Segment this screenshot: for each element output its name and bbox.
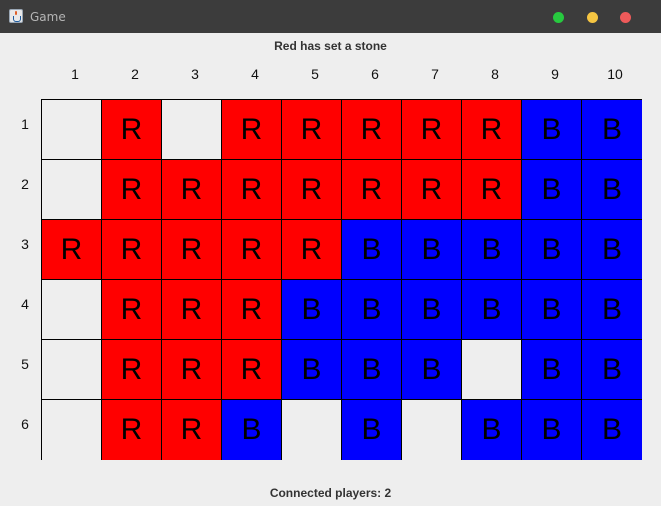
board-cell-blue[interactable]: B (522, 400, 582, 460)
game-status-message: Red has set a stone (274, 39, 387, 53)
board-cell-blue[interactable]: B (282, 340, 342, 400)
board-cell-blue[interactable]: B (522, 340, 582, 400)
board-cell-blue[interactable]: B (582, 340, 642, 400)
column-header: 3 (191, 66, 199, 82)
board-cell-blue[interactable]: B (522, 160, 582, 220)
board-cell-red[interactable]: R (42, 220, 102, 280)
column-header: 9 (551, 66, 559, 82)
board-cell-empty[interactable] (42, 340, 102, 400)
board-cell-blue[interactable]: B (282, 280, 342, 340)
board-cell-red[interactable]: R (102, 340, 162, 400)
board-cell-red[interactable]: R (462, 160, 522, 220)
board-cell-blue[interactable]: B (342, 340, 402, 400)
board-cell-red[interactable]: R (102, 100, 162, 160)
board-cell-blue[interactable]: B (462, 400, 522, 460)
board-cell-blue[interactable]: B (342, 400, 402, 460)
board-cell-blue[interactable]: B (342, 220, 402, 280)
row-header: 5 (21, 356, 29, 372)
board-cell-red[interactable]: R (222, 220, 282, 280)
board-cell-red[interactable]: R (102, 280, 162, 340)
board-cell-red[interactable]: R (162, 400, 222, 460)
board-cell-red[interactable]: R (282, 100, 342, 160)
game-board: RRRRRRBBRRRRRRRBBRRRRRBBBBBRRRBBBBBBRRRB… (41, 99, 642, 460)
board-cell-red[interactable]: R (402, 100, 462, 160)
board-cell-empty[interactable] (42, 280, 102, 340)
board-cell-blue[interactable]: B (222, 400, 282, 460)
board-cell-blue[interactable]: B (402, 280, 462, 340)
board-cell-red[interactable]: R (162, 280, 222, 340)
close-button[interactable] (620, 12, 631, 23)
board-cell-blue[interactable]: B (582, 220, 642, 280)
board-cell-red[interactable]: R (162, 340, 222, 400)
board-cell-empty[interactable] (162, 100, 222, 160)
board-cell-red[interactable]: R (162, 160, 222, 220)
board-cell-blue[interactable]: B (522, 280, 582, 340)
column-header: 5 (311, 66, 319, 82)
board-cell-blue[interactable]: B (582, 160, 642, 220)
board-cell-red[interactable]: R (162, 220, 222, 280)
column-header: 8 (491, 66, 499, 82)
maximize-button[interactable] (553, 12, 564, 23)
board-cell-blue[interactable]: B (582, 100, 642, 160)
board-cell-red[interactable]: R (102, 220, 162, 280)
board-cell-red[interactable]: R (282, 220, 342, 280)
java-app-icon (9, 9, 23, 23)
board-cell-red[interactable]: R (102, 160, 162, 220)
column-header: 7 (431, 66, 439, 82)
board-cell-blue[interactable]: B (402, 340, 462, 400)
board-cell-blue[interactable]: B (582, 280, 642, 340)
board-cell-empty[interactable] (462, 340, 522, 400)
minimize-button[interactable] (587, 12, 598, 23)
board-cell-red[interactable]: R (402, 160, 462, 220)
row-header: 1 (21, 116, 29, 132)
board-cell-blue[interactable]: B (522, 220, 582, 280)
column-header: 4 (251, 66, 259, 82)
connected-players-status: Connected players: 2 (269, 486, 392, 500)
board-cell-blue[interactable]: B (402, 220, 462, 280)
board-cell-blue[interactable]: B (582, 400, 642, 460)
column-header: 6 (371, 66, 379, 82)
column-header: 2 (131, 66, 139, 82)
column-header: 10 (607, 66, 623, 82)
row-header: 4 (21, 296, 29, 312)
board-cell-blue[interactable]: B (462, 220, 522, 280)
board-cell-red[interactable]: R (222, 340, 282, 400)
board-cell-red[interactable]: R (342, 160, 402, 220)
board-cell-blue[interactable]: B (342, 280, 402, 340)
board-cell-red[interactable]: R (222, 100, 282, 160)
row-header: 3 (21, 236, 29, 252)
board-cell-empty[interactable] (42, 160, 102, 220)
board-cell-red[interactable]: R (342, 100, 402, 160)
window-title: Game (30, 10, 66, 24)
board-cell-red[interactable]: R (222, 160, 282, 220)
board-cell-empty[interactable] (42, 400, 102, 460)
board-cell-blue[interactable]: B (462, 280, 522, 340)
board-cell-red[interactable]: R (102, 400, 162, 460)
row-header: 2 (21, 176, 29, 192)
board-cell-empty[interactable] (402, 400, 462, 460)
board-cell-empty[interactable] (282, 400, 342, 460)
board-cell-empty[interactable] (42, 100, 102, 160)
board-cell-red[interactable]: R (282, 160, 342, 220)
title-bar: Game (0, 0, 661, 33)
board-cell-blue[interactable]: B (522, 100, 582, 160)
column-header: 1 (71, 66, 79, 82)
board-cell-red[interactable]: R (462, 100, 522, 160)
row-header: 6 (21, 416, 29, 432)
board-cell-red[interactable]: R (222, 280, 282, 340)
